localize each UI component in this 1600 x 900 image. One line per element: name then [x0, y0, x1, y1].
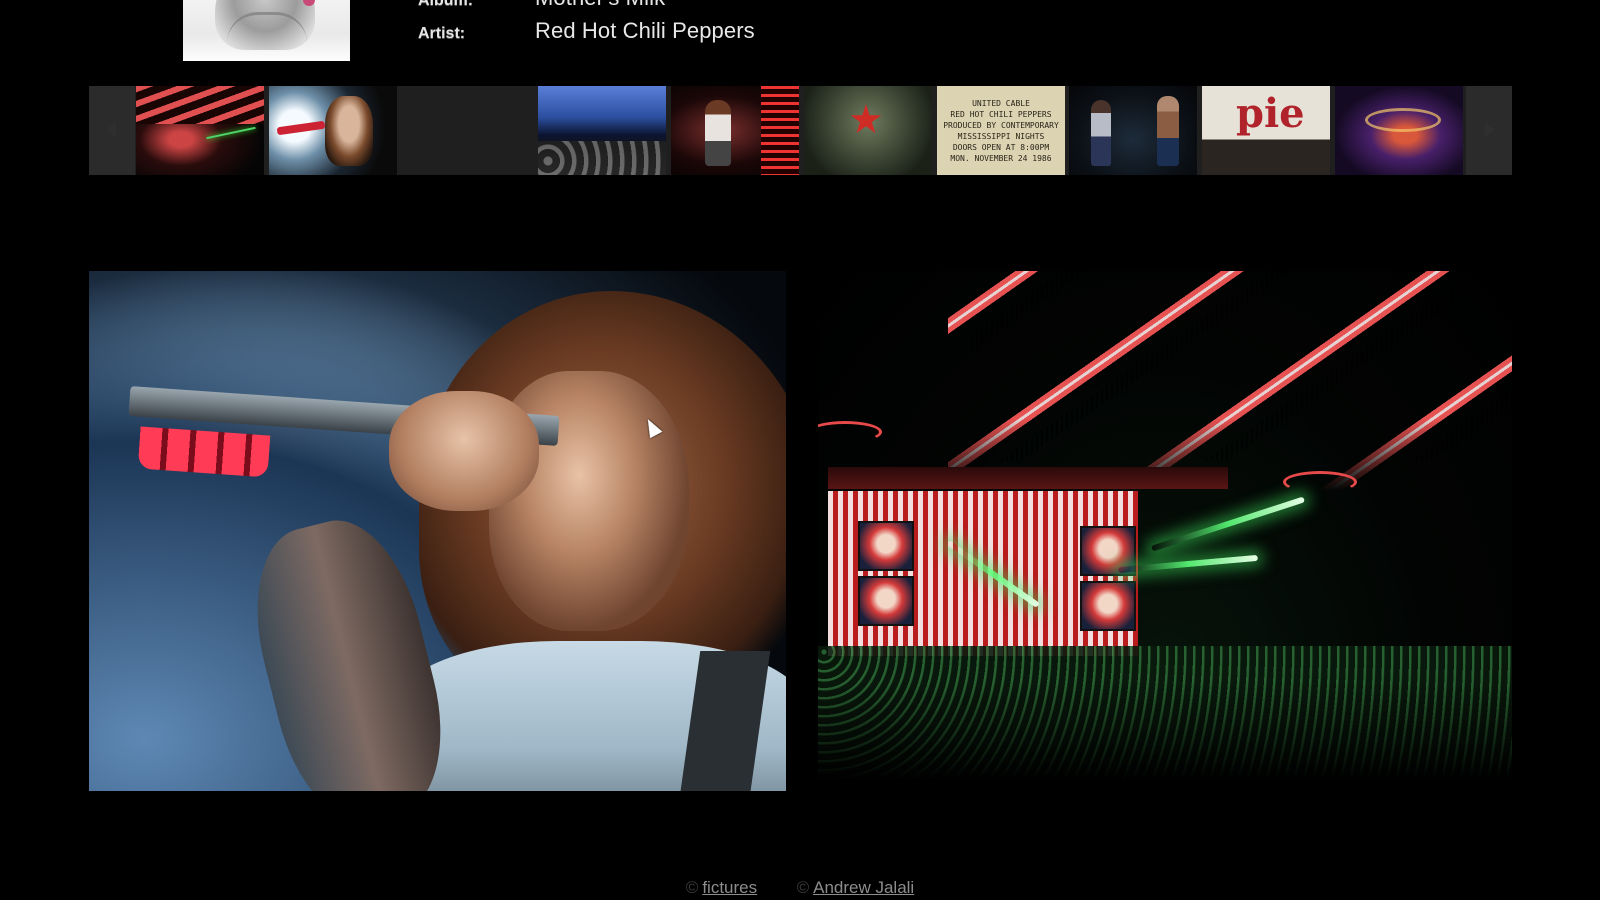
thumbnail-arena-stage[interactable]	[1335, 86, 1463, 175]
poster-line: MON. NOVEMBER 24 1986	[950, 154, 1052, 163]
chevron-left-icon	[106, 122, 116, 138]
footer-link-fictures[interactable]: fictures	[702, 878, 757, 897]
poster-line: UNITED CABLE	[972, 99, 1030, 108]
photo-arena-video-screen	[858, 576, 914, 626]
laser-beam	[206, 126, 256, 140]
footer-link-author[interactable]: Andrew Jalali	[813, 878, 914, 897]
thumbnail-stage-lights[interactable]	[136, 86, 264, 175]
album-row: Album: Mother's Milk	[418, 0, 665, 11]
band-member	[1157, 96, 1179, 166]
album-cover[interactable]	[183, 0, 350, 61]
star-icon: ★	[848, 98, 884, 142]
thumbnail-concert-poster[interactable]: UNITED CABLE RED HOT CHILI PEPPERS PRODU…	[937, 86, 1065, 175]
photo-arena-light-rig-stripes	[968, 271, 1512, 461]
microphone	[276, 120, 326, 136]
thumbnail-strip: ★ UNITED CABLE RED HOT CHILI PEPPERS PRO…	[89, 86, 1512, 175]
photo-singer-mic-tape	[137, 426, 271, 478]
photo-arena-light-ring	[1283, 471, 1357, 493]
artist-label: Artist:	[418, 25, 466, 42]
footer: © fictures © Andrew Jalali	[0, 878, 1600, 898]
copyright-icon: ©	[685, 878, 699, 897]
artist-value: Red Hot Chili Peppers	[535, 18, 755, 43]
strip-next-button[interactable]	[1466, 86, 1512, 175]
thumbnail-band-members[interactable]	[1069, 86, 1197, 175]
photo-arena-laser	[1118, 554, 1258, 574]
guitarist-figure	[705, 100, 731, 166]
thumbnail-pie-sign[interactable]: pie	[1202, 86, 1330, 175]
thumbnail-crowd-stage[interactable]	[538, 86, 666, 175]
photo-arena-stage-truss	[828, 467, 1228, 489]
photo-arena-crowd-shadow	[818, 681, 1512, 791]
photo-arena-video-screen	[1080, 581, 1136, 631]
poster-line: RED HOT CHILI PEPPERS	[950, 110, 1052, 119]
crowd	[538, 141, 666, 175]
singer-face	[325, 96, 373, 166]
photo-arena-light-ring	[818, 421, 882, 443]
album-label: Album:	[418, 0, 474, 9]
photo-arena[interactable]	[818, 271, 1512, 791]
photo-arena-laser	[1150, 496, 1306, 552]
album-value: Mother's Milk	[535, 0, 665, 11]
thumbnail-singer-closeup[interactable]	[269, 86, 397, 175]
stage-ring	[1365, 108, 1441, 132]
thumbnail-empty-slot	[398, 86, 538, 175]
photo-arena-video-screen	[858, 521, 914, 571]
pie-sign-text: pie	[1236, 90, 1305, 137]
poster-line: DOORS OPEN AT 8:00PM	[952, 143, 1050, 152]
chevron-right-icon	[1485, 122, 1495, 138]
photo-singer[interactable]	[89, 271, 786, 791]
copyright-icon: ©	[796, 878, 810, 897]
band-member	[1091, 100, 1111, 166]
poster-line: MISSISSIPPI NIGHTS	[957, 132, 1045, 141]
poster-line: PRODUCED BY CONTEMPORARY	[943, 121, 1059, 130]
strip-prev-button[interactable]	[89, 86, 135, 175]
thumbnail-drum-star[interactable]: ★	[804, 86, 932, 175]
thumbnail-guitarist[interactable]	[671, 86, 799, 175]
artist-row: Artist: Red Hot Chili Peppers	[418, 18, 755, 44]
photo-singer-hand	[389, 391, 539, 511]
